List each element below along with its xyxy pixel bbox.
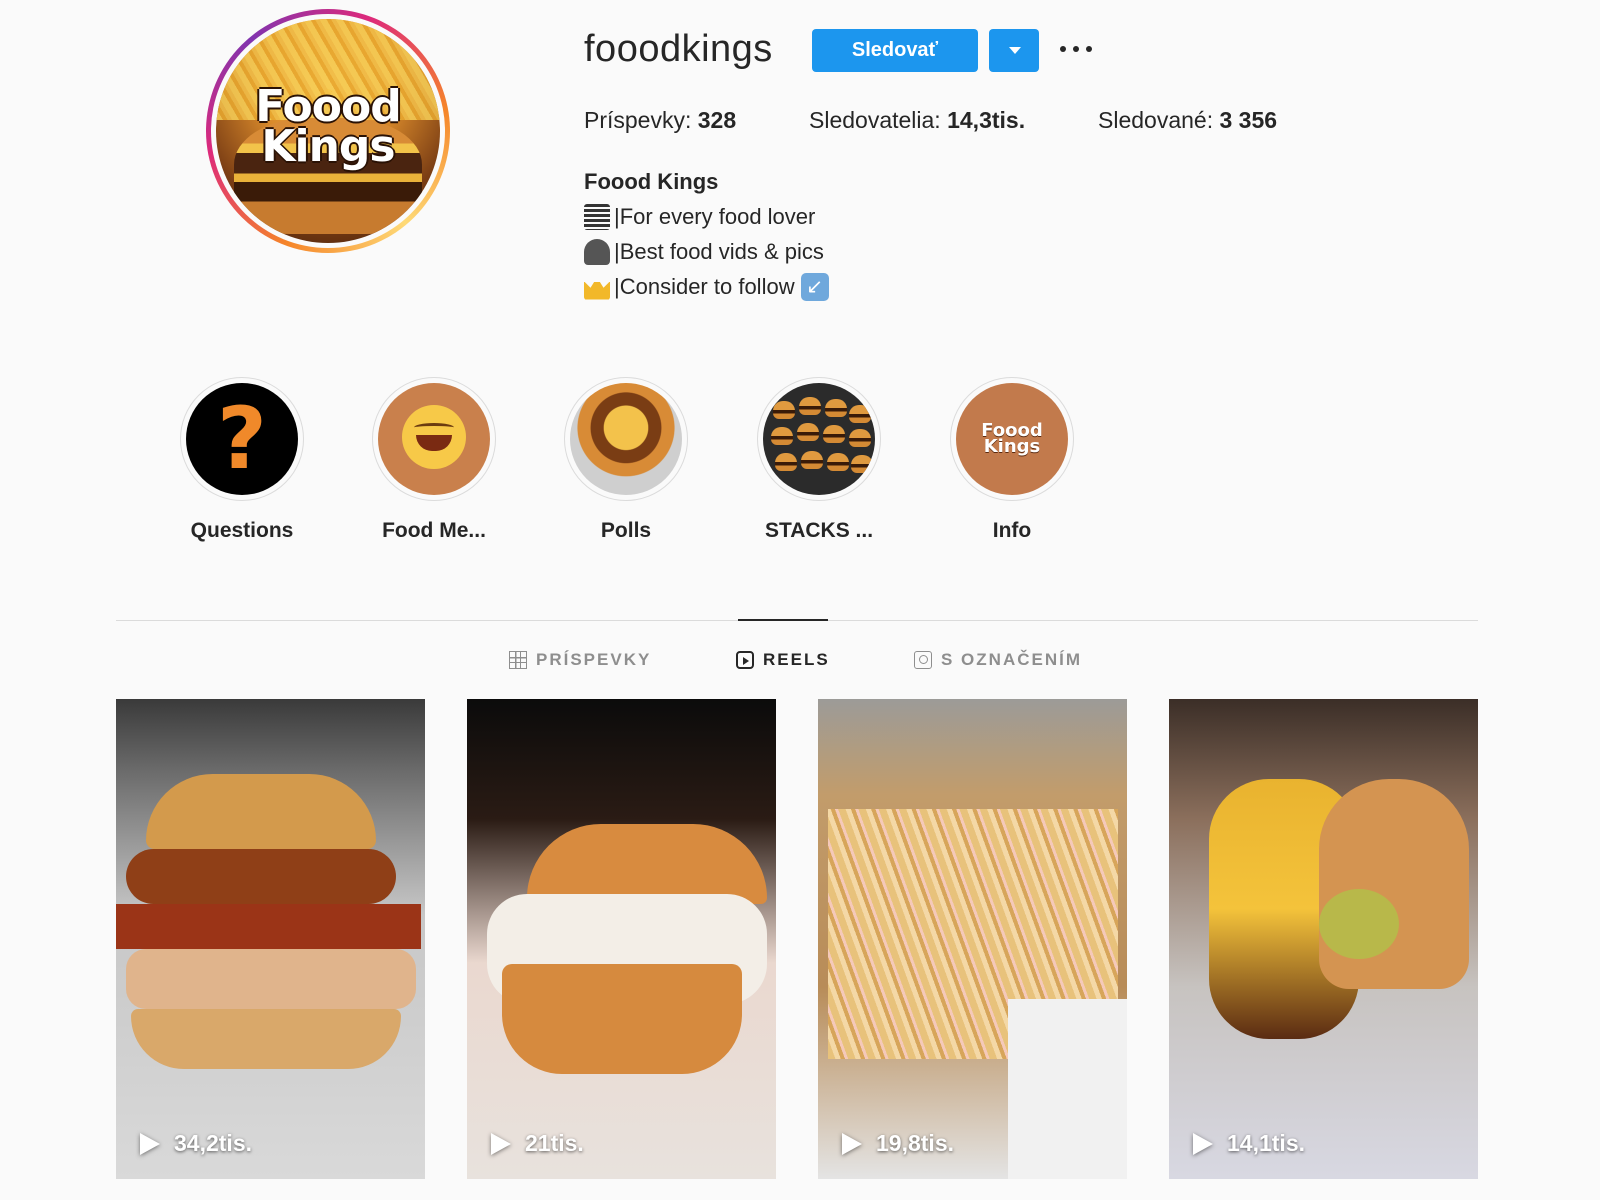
play-icon (491, 1132, 511, 1155)
laughing-face (402, 405, 466, 469)
info-logo-line2: Kings (983, 436, 1041, 457)
highlight-label: STACKS ... (764, 519, 874, 542)
highlight-food-memes[interactable]: Food Me... (372, 377, 496, 543)
tab-tagged-label: S OZNAČENÍM (941, 650, 1082, 669)
avatar-logo-text: Foood Kings (216, 85, 440, 172)
list-emoji-icon (584, 203, 610, 230)
profile-username: fooodkings (584, 28, 773, 70)
reel-views-text: 19,8tis. (876, 1130, 954, 1156)
reel-view-count: 21tis. (491, 1130, 584, 1157)
more-options-icon[interactable] (1058, 36, 1094, 62)
highlight-label: Info (992, 519, 1032, 542)
following-label: Sledované: (1098, 107, 1214, 133)
highlight-polls[interactable]: Polls (564, 377, 688, 543)
tab-posts-label: PRÍSPEVKY (536, 650, 652, 669)
camera-emoji-icon (584, 238, 610, 265)
burger-bun-top (146, 774, 376, 849)
burger-bun-top (527, 824, 767, 904)
crown-emoji-icon (584, 277, 610, 300)
highlight-label: Food Me... (382, 519, 486, 542)
reel-thumbnail[interactable]: 14,1tis. (1169, 699, 1478, 1179)
profile-avatar[interactable]: ♛ Foood Kings (206, 9, 450, 253)
avatar-image: ♛ Foood Kings (216, 19, 440, 243)
active-tab-indicator (738, 619, 828, 621)
highlight-ring (372, 377, 496, 501)
grid-icon (509, 651, 527, 669)
following-count[interactable]: Sledované: 3 356 (1098, 107, 1277, 134)
highlight-label: Questions (190, 519, 294, 542)
bio-line-3: |Consider to follow ↙ (584, 269, 833, 304)
highlight-ring: ? (180, 377, 304, 501)
profile-bio: Foood Kings |For every food lover |Best … (584, 164, 833, 304)
reels-icon (736, 651, 754, 669)
reel-views-text: 21tis. (525, 1130, 584, 1156)
tab-tagged[interactable]: S OZNAČENÍM (914, 650, 1082, 670)
bio-line-2: |Best food vids & pics (584, 234, 833, 269)
follow-button[interactable]: Sledovať (812, 29, 978, 72)
reel-view-count: 19,8tis. (842, 1130, 954, 1157)
posts-label: Príspevky: (584, 107, 692, 133)
pickle-slice (1319, 889, 1399, 959)
reel-thumbnail[interactable]: 21tis. (467, 699, 776, 1179)
following-value: 3 356 (1219, 107, 1278, 133)
play-icon (140, 1132, 160, 1155)
reel-view-count: 14,1tis. (1193, 1130, 1305, 1157)
burger-bun-bottom (502, 964, 742, 1074)
paper-tray (1008, 999, 1127, 1179)
reel-views-text: 34,2tis. (174, 1130, 252, 1156)
highlight-ring (564, 377, 688, 501)
followers-value: 14,3tis. (947, 107, 1026, 133)
bacon-layer (116, 904, 421, 949)
reel-thumbnail[interactable]: 19,8tis. (818, 699, 1127, 1179)
suggestions-dropdown-button[interactable] (989, 29, 1039, 72)
reel-thumbnail[interactable]: 34,2tis. (116, 699, 425, 1179)
onion-rings (126, 849, 396, 904)
fried-chicken-layer (126, 949, 416, 1009)
highlight-label: Polls (600, 519, 652, 542)
laughing-emoji-icon (378, 383, 490, 495)
highlight-questions[interactable]: ? Questions (180, 377, 304, 543)
bio-line-1: |For every food lover (584, 199, 833, 234)
bio-line-1-text: |For every food lover (614, 204, 816, 229)
reel-views-text: 14,1tis. (1227, 1130, 1305, 1156)
play-icon (842, 1132, 862, 1155)
tab-posts[interactable]: PRÍSPEVKY (509, 650, 651, 670)
burger-bun-bottom (131, 1009, 401, 1069)
avatar-border: ♛ Foood Kings (211, 14, 445, 248)
bio-line-2-text: |Best food vids & pics (614, 239, 824, 264)
tab-reels[interactable]: REELS (736, 650, 830, 670)
profile-display-name: Foood Kings (584, 169, 719, 194)
highlight-stacks[interactable]: STACKS ... (757, 377, 881, 543)
stacked-burgers-thumbnail (763, 383, 875, 495)
followers-count[interactable]: Sledovatelia: 14,3tis. (809, 107, 1025, 134)
followers-label: Sledovatelia: (809, 107, 941, 133)
highlight-info[interactable]: Foood Kings Info (950, 377, 1074, 543)
foood-kings-logo: Foood Kings (956, 383, 1068, 495)
tagged-user-icon (914, 651, 932, 669)
reel-view-count: 34,2tis. (140, 1130, 252, 1157)
arrow-down-left-emoji-icon: ↙ (800, 272, 829, 301)
burger-bun (1319, 779, 1469, 989)
avatar-logo-line2: Kings (261, 121, 395, 172)
posts-value: 328 (697, 107, 737, 133)
burger-thumbnail (570, 383, 682, 495)
posts-count: Príspevky: 328 (584, 107, 736, 134)
highlight-ring (757, 377, 881, 501)
bio-line-3-text: |Consider to follow (614, 274, 795, 299)
question-mark-icon: ? (186, 383, 298, 495)
highlight-ring: Foood Kings (950, 377, 1074, 501)
tab-reels-label: REELS (763, 650, 830, 669)
play-icon (1193, 1132, 1213, 1155)
